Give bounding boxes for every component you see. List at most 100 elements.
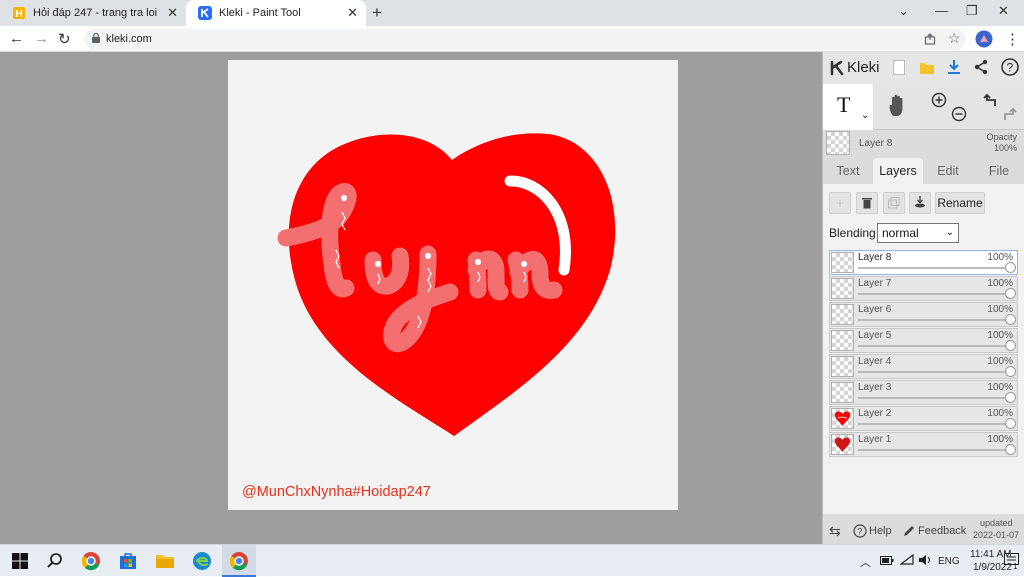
tab-title: Kleki - Paint Tool (219, 7, 301, 19)
add-layer-button[interactable]: + (829, 192, 851, 214)
layer-opacity-handle[interactable] (1005, 288, 1016, 299)
share-icon[interactable] (973, 59, 989, 75)
share-page-icon[interactable] (924, 33, 936, 45)
layer-opacity-handle[interactable] (1005, 418, 1016, 429)
hand-tool-icon[interactable] (887, 94, 909, 118)
reload-icon[interactable]: ↻ (58, 30, 71, 48)
tray-chevron-up-icon[interactable]: ︿ (860, 554, 871, 570)
url-text: kleki.com (106, 33, 152, 45)
svg-text:?: ? (1007, 61, 1014, 75)
panel-footer: ⇆ ? Help Feedback updated 2022-01-07 (823, 516, 1024, 544)
browser-tab-strip: H Hỏi đáp 247 - trang tra loi ✕ Kleki - … (0, 0, 1024, 26)
layer-thumbnail (831, 278, 854, 299)
tool-row: T ⌄ (823, 84, 1024, 130)
layer-opacity-slider[interactable] (858, 293, 1006, 295)
delete-layer-button[interactable] (856, 192, 878, 214)
layer-opacity-slider[interactable] (858, 423, 1006, 425)
opacity-value: 100% (993, 143, 1017, 153)
close-window-icon[interactable]: ✕ (998, 3, 1009, 19)
zoom-out-icon[interactable] (951, 106, 967, 122)
open-folder-icon[interactable] (919, 60, 935, 75)
system-tray: ︿ ENG 11:41 AM 1/9/2022 1 (854, 545, 1024, 577)
new-image-icon[interactable] (893, 60, 905, 75)
merge-down-button[interactable] (909, 192, 931, 214)
browser-menu-icon[interactable]: ⋮ (1005, 30, 1020, 48)
duplicate-layer-button[interactable] (883, 192, 905, 214)
layer-opacity-slider[interactable] (858, 345, 1006, 347)
heart-artwork (277, 133, 616, 436)
edge-icon[interactable] (192, 551, 212, 571)
notification-icon[interactable] (1004, 553, 1020, 568)
blending-mode-select[interactable]: normal ⌄ (877, 223, 959, 243)
layer-opacity-slider[interactable] (858, 267, 1006, 269)
bookmark-star-icon[interactable]: ☆ (948, 30, 961, 47)
browser-tab-hoidap[interactable]: H Hỏi đáp 247 - trang tra loi ✕ (0, 0, 186, 26)
layer-row-7[interactable]: Layer 7 100% (829, 276, 1018, 301)
layer-opacity-handle[interactable] (1005, 262, 1016, 273)
restore-icon[interactable]: ❐ (966, 3, 978, 19)
help-icon: ? (853, 524, 867, 538)
drawing-canvas[interactable]: @MunChxNynha#Hoidap247 (228, 60, 678, 510)
hoidap-favicon-icon: H (12, 6, 26, 20)
layer-opacity-slider[interactable] (858, 371, 1006, 373)
layer-opacity-slider[interactable] (858, 319, 1006, 321)
layer-opacity-handle[interactable] (1005, 444, 1016, 455)
layer-row-8[interactable]: Layer 8 100% (829, 250, 1018, 275)
new-tab-button[interactable]: + (372, 3, 382, 23)
layer-opacity-handle[interactable] (1005, 340, 1016, 351)
language-indicator[interactable]: ENG (938, 556, 960, 567)
zoom-in-icon[interactable] (931, 92, 947, 108)
layer-opacity-handle[interactable] (1005, 392, 1016, 403)
layer-opacity-handle[interactable] (1005, 314, 1016, 325)
help-link[interactable]: Help (869, 525, 892, 537)
layer-opacity-slider[interactable] (858, 397, 1006, 399)
panel-header: Kleki ? (823, 52, 1024, 84)
volume-icon[interactable] (918, 554, 932, 566)
canvas-workspace[interactable]: @MunChxNynha#Hoidap247 (0, 52, 822, 544)
minimize-icon[interactable]: — (935, 3, 948, 18)
layer-opacity-slider[interactable] (858, 449, 1006, 451)
undo-icon[interactable] (983, 92, 999, 108)
address-bar[interactable]: kleki.com ☆ (84, 29, 966, 50)
tab-search-chevron-icon[interactable]: ⌄ (898, 3, 909, 19)
windows-start-icon[interactable] (10, 551, 30, 571)
profile-avatar-icon[interactable] (975, 30, 993, 48)
close-tab-icon[interactable]: ✕ (347, 5, 358, 21)
layer-row-2[interactable]: Layer 2 100% (829, 406, 1018, 431)
layer-name: Layer 8 (858, 252, 892, 263)
tab-layers[interactable]: Layers (873, 158, 923, 184)
close-tab-icon[interactable]: ✕ (167, 5, 178, 21)
layer-row-5[interactable]: Layer 5 100% (829, 328, 1018, 353)
layer-row-4[interactable]: Layer 4 100% (829, 354, 1018, 379)
tab-edit[interactable]: Edit (928, 158, 968, 184)
layer-row-6[interactable]: Layer 6 100% (829, 302, 1018, 327)
layer-opacity-handle[interactable] (1005, 366, 1016, 377)
layer-name: Layer 7 (858, 278, 892, 289)
tab-title: Hỏi đáp 247 - trang tra loi (33, 7, 158, 19)
chrome-taskbar-icon[interactable] (81, 551, 101, 571)
store-icon[interactable] (118, 551, 138, 571)
text-tool-button[interactable]: T ⌄ (823, 84, 873, 130)
swap-side-icon[interactable]: ⇆ (829, 523, 841, 540)
forward-arrow-icon[interactable]: → (34, 30, 49, 47)
updated-date: 2022-01-07 (973, 530, 1020, 540)
tab-text[interactable]: Text (828, 158, 868, 184)
download-icon[interactable] (946, 59, 962, 75)
wifi-icon[interactable] (900, 554, 914, 566)
back-arrow-icon[interactable]: ← (9, 30, 24, 47)
help-circle-icon[interactable]: ? (1001, 58, 1019, 76)
merge-down-icon (915, 196, 925, 208)
layers-panel: + Rename Blending normal ⌄ Layer 8 100% … (823, 184, 1024, 514)
tool-options-chevron-icon[interactable]: ⌄ (861, 110, 869, 121)
feedback-link[interactable]: Feedback (918, 525, 966, 537)
tab-file[interactable]: File (978, 158, 1020, 184)
rename-layer-button[interactable]: Rename (935, 192, 985, 214)
file-explorer-icon[interactable] (155, 551, 175, 571)
redo-icon[interactable] (1001, 106, 1017, 122)
layer-row-3[interactable]: Layer 3 100% (829, 380, 1018, 405)
battery-icon[interactable] (880, 556, 894, 565)
layer-row-1[interactable]: Layer 1 100% (829, 432, 1018, 457)
search-icon[interactable] (45, 551, 65, 571)
browser-tab-kleki[interactable]: Kleki - Paint Tool ✕ (186, 0, 366, 26)
chrome-taskbar-active[interactable] (222, 545, 256, 577)
